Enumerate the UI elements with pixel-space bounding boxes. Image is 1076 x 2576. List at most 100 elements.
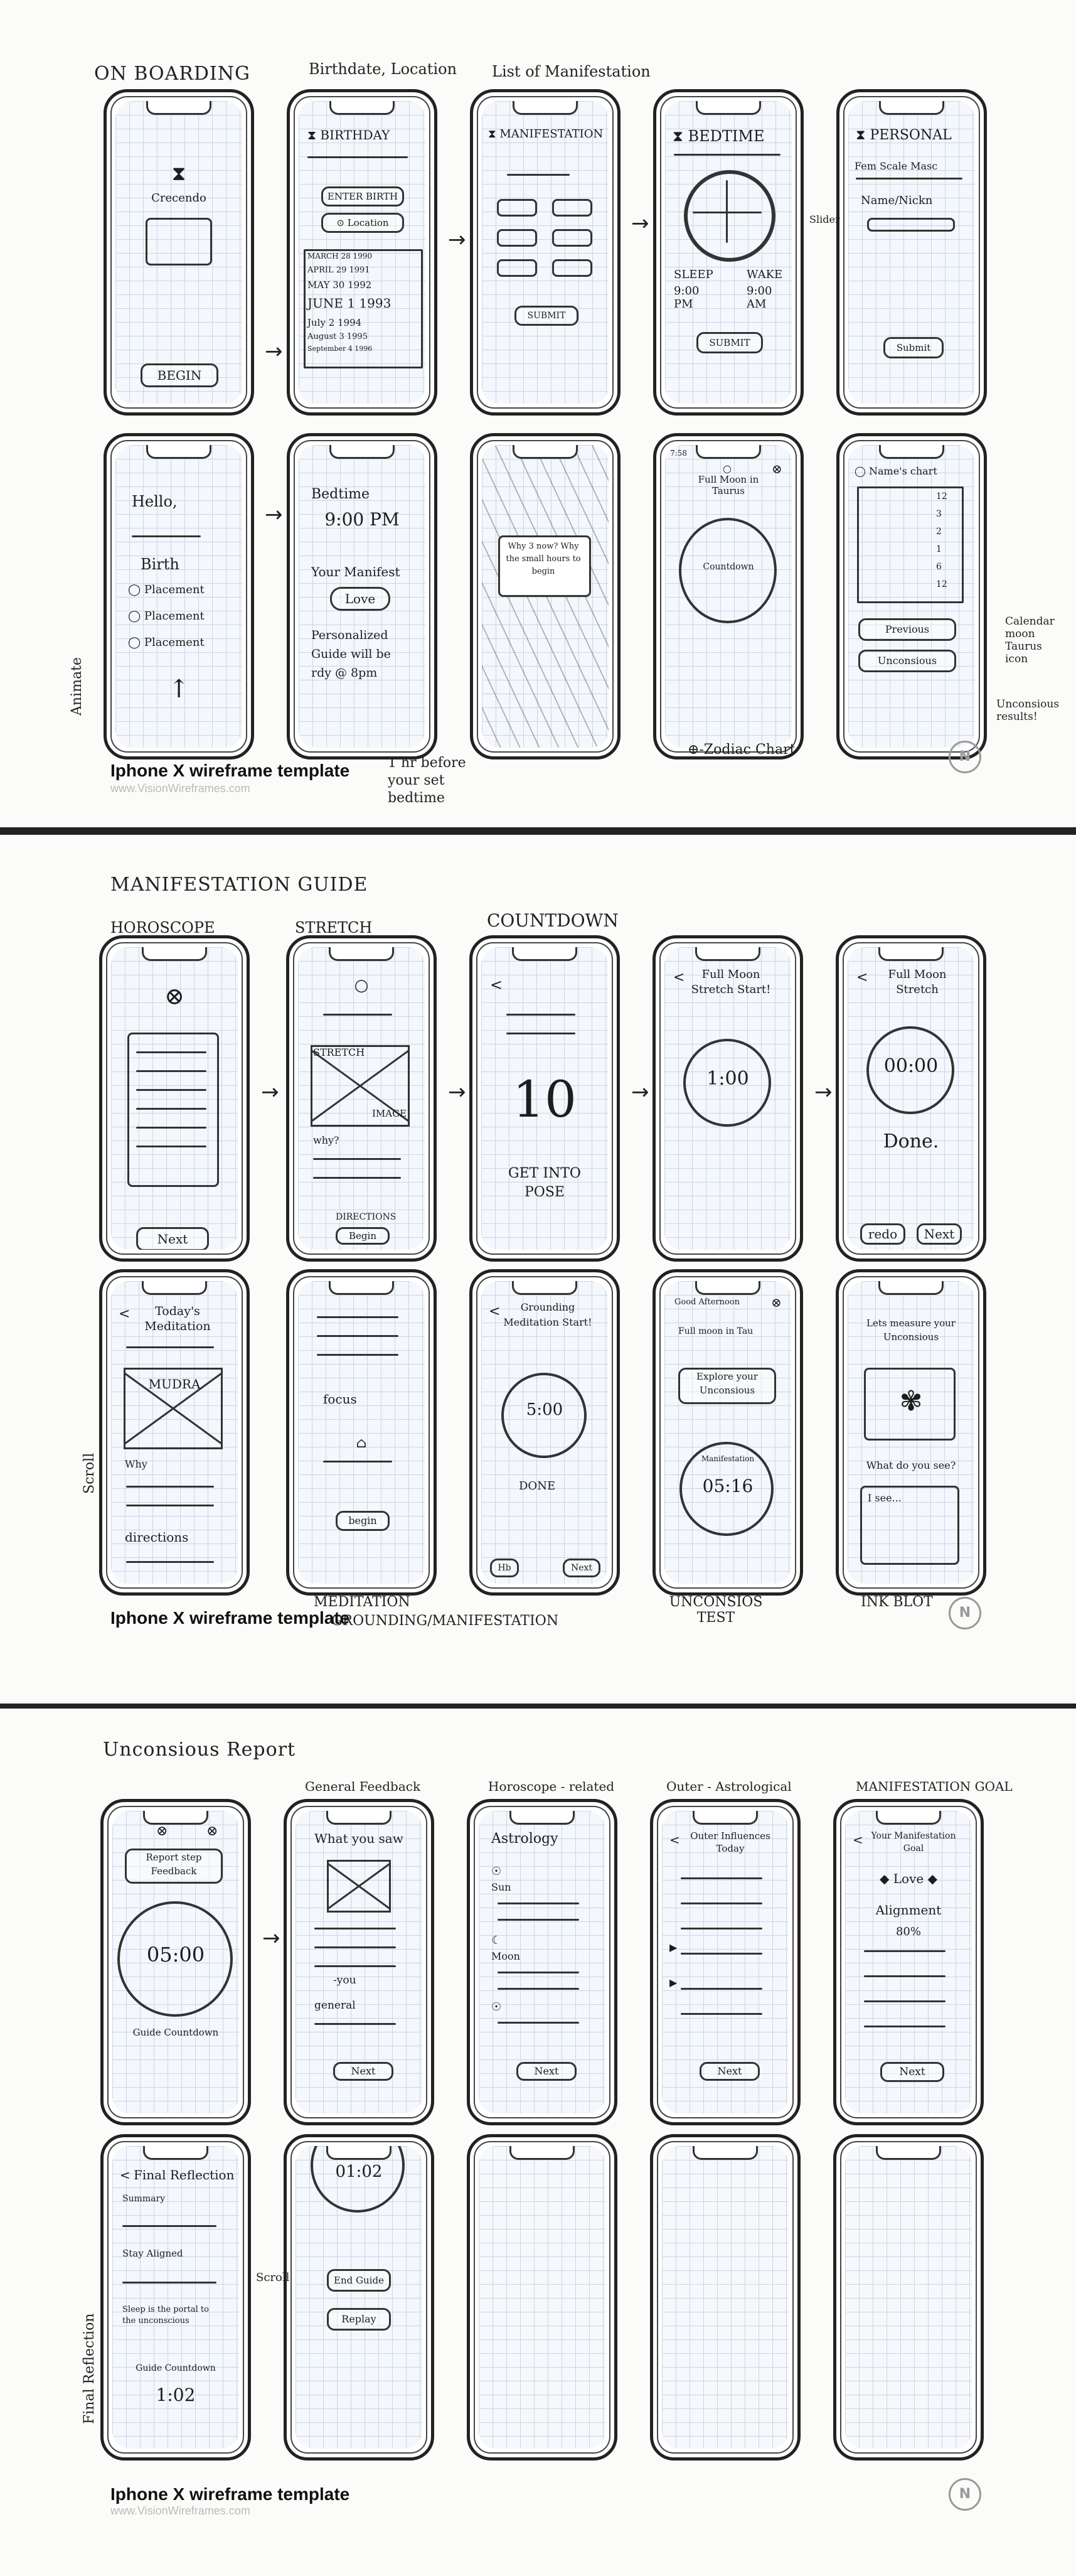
section-title: ON BOARDING — [94, 63, 250, 85]
side-note: Calendar moon Taurus icon — [1005, 615, 1055, 665]
side-note: Slider — [809, 213, 840, 225]
date-row[interactable]: July 2 1994 — [307, 317, 361, 328]
image-label: IMAGE — [372, 1108, 407, 1119]
close-icon[interactable]: ⊗ — [206, 1823, 218, 1839]
back-icon[interactable]: < — [119, 1306, 130, 1322]
why-label: Why — [125, 1458, 147, 1470]
next-button[interactable]: Next — [917, 1223, 962, 1245]
option-chip[interactable] — [497, 259, 537, 277]
column-label: Horoscope - related — [488, 1779, 615, 1794]
date-row-selected[interactable]: JUNE 1 1993 — [307, 296, 391, 311]
begin-button[interactable]: Begin — [336, 1227, 390, 1245]
phone-afternoon-home: Good Afternoon ⊗ Full moon in Tau Explor… — [653, 1269, 803, 1596]
submit-button[interactable]: SUBMIT — [514, 306, 578, 326]
column-label: STRETCH — [295, 919, 373, 936]
section-title: MANIFESTATION GUIDE — [110, 874, 368, 896]
phone-intro-popup: Why 3 now? Why the small hours to begin — [470, 433, 621, 759]
next-button[interactable]: Next — [136, 1227, 209, 1250]
sleep-time: 9:00 PM — [674, 284, 700, 311]
stretch-icon: ○ — [354, 976, 369, 995]
pose-caption: GET INTO POSE — [508, 1166, 581, 1200]
date-row[interactable]: August 3 1995 — [307, 332, 368, 341]
phone-splash: ⧗ Crecendo BEGIN — [104, 89, 254, 416]
app-name: Crecendo — [151, 191, 206, 205]
back-icon[interactable]: < — [856, 970, 868, 985]
scale-label: Fem Scale Masc — [855, 160, 938, 172]
date-row[interactable]: MAY 30 1992 — [307, 279, 371, 291]
enter-birth-button[interactable]: ENTER BIRTH — [321, 186, 404, 207]
option-chip[interactable] — [497, 199, 537, 217]
report-feedback-button[interactable]: Report step Feedback — [125, 1849, 223, 1884]
inkblot-glyph: ✾ — [899, 1385, 923, 1417]
begin-button[interactable]: begin — [336, 1511, 390, 1531]
submit-button[interactable]: SUBMIT — [696, 332, 763, 353]
phone-stretch-done: < Full Moon Stretch 00:00 Done. redo Nex… — [836, 935, 986, 1262]
wake-time: 9:00 AM — [747, 284, 772, 311]
brand-logo: N — [949, 741, 981, 773]
section-title: Unconsious Report — [103, 1739, 296, 1761]
date-row[interactable]: September 4 1996 — [307, 345, 372, 353]
back-icon[interactable]: < — [669, 1832, 680, 1847]
option-chip[interactable] — [552, 199, 592, 217]
manifest-label: Your Manifest — [311, 564, 400, 579]
sleep-label: SLEEP — [674, 268, 713, 281]
done-label: DONE — [519, 1479, 556, 1493]
logo-placeholder — [146, 218, 212, 266]
option-chip[interactable] — [497, 229, 537, 247]
footer-title: Iphone X wireframe template — [110, 1608, 350, 1628]
submit-button[interactable]: Submit — [883, 337, 944, 358]
phone-countdown: < 10 GET INTO POSE — [469, 935, 620, 1262]
directions-label: directions — [125, 1530, 189, 1545]
next-button[interactable]: Next — [563, 1559, 600, 1577]
gender-scale-slider[interactable] — [856, 178, 962, 180]
redo-button[interactable]: redo — [860, 1223, 905, 1245]
outer-title: Outer Influences Today — [690, 1830, 770, 1854]
natal-chart-table — [857, 486, 964, 603]
footer-url: www.VisionWireframes.com — [110, 782, 250, 795]
play-icon[interactable]: ▶ — [669, 1941, 677, 1953]
clock-slider[interactable] — [684, 170, 775, 262]
unconscious-button[interactable]: Unconsious — [858, 650, 956, 672]
love-pill: Love — [330, 587, 390, 611]
end-guide-button[interactable]: End Guide — [327, 2269, 391, 2292]
begin-button[interactable]: BEGIN — [141, 363, 218, 387]
phone-general-feedback: What you saw -you general Next — [284, 1799, 434, 2125]
phone-focus: focus ⌂ begin — [286, 1269, 437, 1596]
back-icon[interactable]: < — [120, 2167, 131, 2182]
close-icon[interactable]: ⊗ — [772, 461, 782, 476]
phone-meditation: < Today's Meditation MUDRA Why direction… — [99, 1269, 250, 1596]
skip-button[interactable]: Hb — [490, 1559, 519, 1577]
phone-inkblot: Lets measure your Unconsious ✾ What do y… — [836, 1269, 986, 1596]
close-icon[interactable]: ⊗ — [771, 1295, 782, 1310]
guide-countdown-label: Guide Countdown — [132, 2027, 219, 2038]
manifestation-title: ⧗ MANIFESTATION — [488, 127, 604, 141]
moon-phase: Full moon in Tau — [678, 1326, 754, 1336]
next-button[interactable]: Next — [700, 2062, 760, 2081]
arrow-up-icon[interactable]: ↑ — [115, 675, 242, 704]
flame-icon: ⌂ — [356, 1436, 367, 1451]
location-button[interactable]: ⊙ Location — [321, 213, 404, 233]
explore-unconscious-button[interactable]: Explore your Unconsious — [678, 1368, 776, 1404]
previous-button[interactable]: Previous — [858, 618, 956, 641]
date-row[interactable]: MARCH 28 1990 — [307, 252, 372, 260]
next-button[interactable]: Next — [333, 2062, 393, 2081]
back-icon[interactable]: < — [673, 970, 684, 985]
back-icon[interactable]: < — [490, 976, 503, 994]
phone-stretch: ○ STRETCH IMAGE why? DIRECTIONS Begin — [286, 935, 437, 1262]
moon-icon: ○ — [723, 463, 732, 475]
option-chip[interactable] — [552, 259, 592, 277]
option-chip[interactable] — [552, 229, 592, 247]
bottom-note: 1 hr before your set bedtime — [388, 755, 466, 806]
play-icon[interactable]: ▶ — [669, 1977, 677, 1988]
phone-hello: Hello, Birth ◯ Placement ◯ Placement ◯ P… — [104, 433, 254, 759]
next-button[interactable]: Next — [880, 2062, 944, 2082]
date-row[interactable]: APRIL 29 1991 — [307, 266, 370, 275]
phone-astrology: Astrology ☉ Sun ☾ Moon ☉ Next — [467, 1799, 617, 2125]
replay-button[interactable]: Replay — [327, 2308, 391, 2331]
name-field[interactable] — [867, 218, 955, 232]
phone-manifestation-list: ⧗ MANIFESTATION SUBMIT — [470, 89, 621, 416]
back-icon[interactable]: < — [489, 1304, 500, 1319]
phone-report-home: ⊗ ⊗ Report step Feedback 05:00 Guide Cou… — [100, 1799, 251, 2125]
next-button[interactable]: Next — [516, 2062, 577, 2081]
back-icon[interactable]: < — [853, 1832, 863, 1847]
